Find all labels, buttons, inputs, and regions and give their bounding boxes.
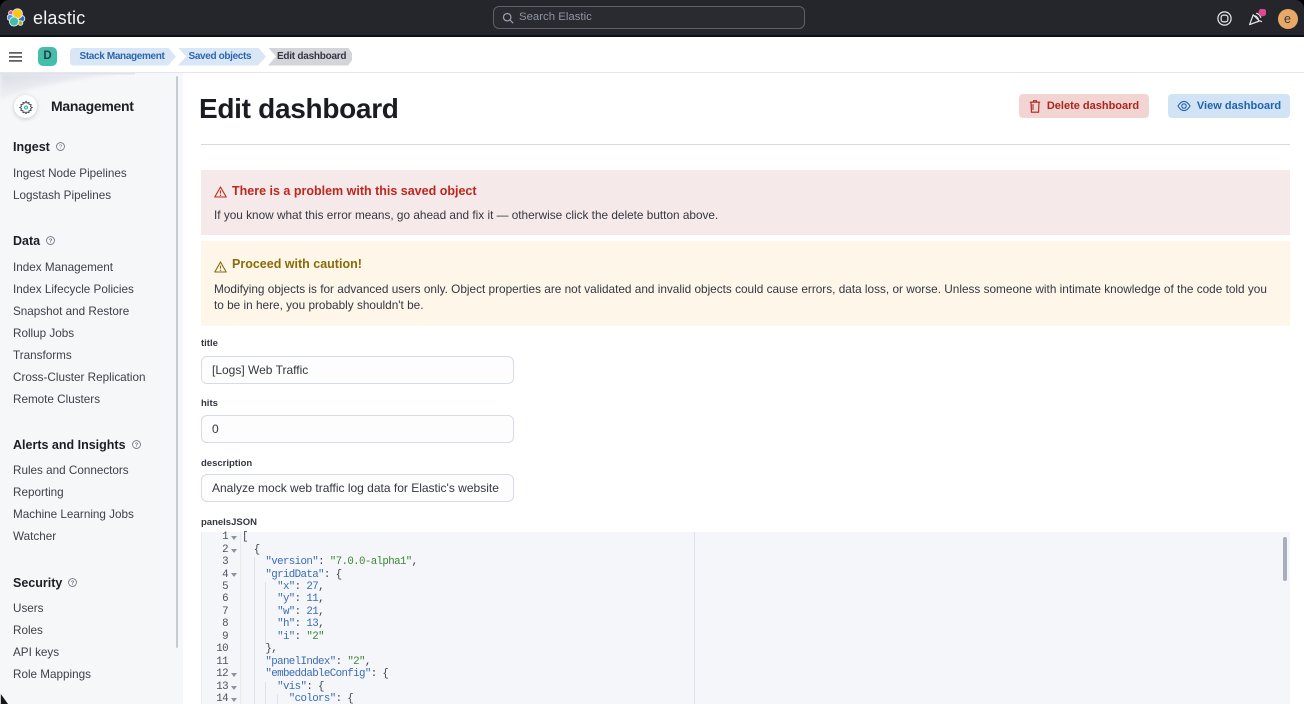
svg-text:?: ?: [134, 442, 138, 448]
svg-text:?: ?: [49, 238, 53, 244]
svg-text:?: ?: [71, 580, 75, 586]
